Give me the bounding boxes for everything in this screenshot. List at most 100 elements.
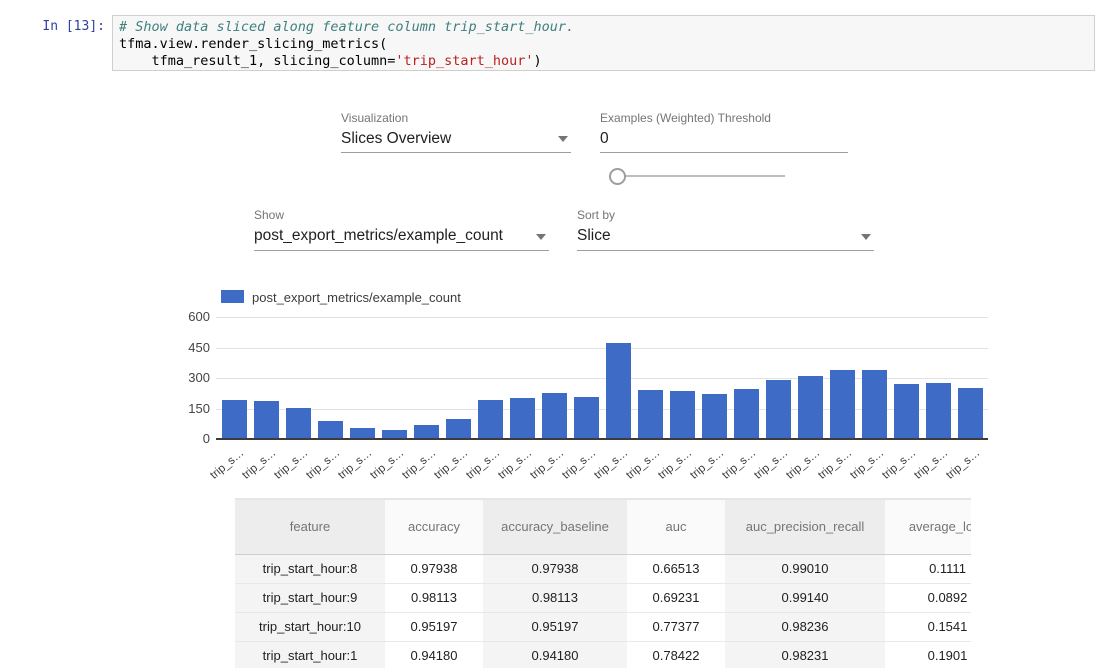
bar[interactable]: [798, 376, 823, 439]
code-cell-input[interactable]: # Show data sliced along feature column …: [112, 15, 1095, 71]
threshold-slider[interactable]: [609, 168, 785, 184]
y-axis-tick-label: 600: [158, 309, 210, 324]
table-cell: 0.95197: [385, 612, 483, 641]
gridline: [216, 348, 988, 349]
bar[interactable]: [766, 380, 791, 439]
metrics-table: feature accuracy accuracy_baseline auc a…: [235, 498, 971, 668]
x-axis-tick-label: trip_s…: [944, 447, 982, 482]
table-row: trip_start_hour:10.941800.941800.784220.…: [235, 641, 971, 668]
table-cell: 0.1901: [885, 641, 971, 668]
bar[interactable]: [606, 343, 631, 439]
x-axis-tick-label: trip_s…: [912, 447, 950, 482]
bar[interactable]: [446, 419, 471, 439]
legend-swatch-icon: [221, 290, 244, 303]
x-axis-tick-label: trip_s…: [656, 447, 694, 482]
table-cell: 0.98113: [385, 583, 483, 612]
table-cell: 0.98113: [483, 583, 627, 612]
bar[interactable]: [638, 390, 663, 439]
threshold-value[interactable]: 0: [600, 129, 848, 149]
x-axis-tick-label: trip_s…: [336, 447, 374, 482]
table-cell: trip_start_hour:8: [235, 554, 385, 583]
x-axis-tick-label: trip_s…: [752, 447, 790, 482]
y-axis-tick-label: 150: [158, 401, 210, 416]
bar[interactable]: [318, 421, 343, 439]
code-line-2: tfma.view.render_slicing_metrics(: [119, 36, 387, 52]
slider-knob[interactable]: [609, 168, 626, 185]
x-axis-tick-label: trip_s…: [784, 447, 822, 482]
y-axis-tick-label: 450: [158, 340, 210, 355]
x-axis-tick-label: trip_s…: [432, 447, 470, 482]
bar[interactable]: [830, 370, 855, 439]
column-header-average-loss: average_loss: [885, 499, 971, 554]
gridline: [216, 317, 988, 318]
table-cell: 0.77377: [627, 612, 725, 641]
visualization-label: Visualization: [341, 111, 571, 125]
bar[interactable]: [958, 388, 983, 439]
code-comment: # Show data sliced along feature column …: [119, 19, 574, 35]
x-axis-tick-label: trip_s…: [208, 447, 246, 482]
bar[interactable]: [862, 370, 887, 439]
bar-chart-plot-area: [216, 317, 988, 439]
chevron-down-icon[interactable]: [861, 234, 871, 240]
x-axis-tick-label: trip_s…: [400, 447, 438, 482]
chevron-down-icon[interactable]: [558, 136, 568, 142]
bar[interactable]: [254, 401, 279, 439]
x-axis-tick-label: trip_s…: [528, 447, 566, 482]
table-cell: 0.94180: [385, 641, 483, 668]
table-cell: 0.69231: [627, 583, 725, 612]
bar[interactable]: [926, 383, 951, 439]
visualization-dropdown[interactable]: Visualization Slices Overview: [341, 111, 571, 153]
table-row: trip_start_hour:90.981130.981130.692310.…: [235, 583, 971, 612]
metrics-table-container: feature accuracy accuracy_baseline auc a…: [235, 498, 971, 668]
table-row: trip_start_hour:80.979380.979380.665130.…: [235, 554, 971, 583]
bar[interactable]: [542, 393, 567, 439]
x-axis-tick-label: trip_s…: [464, 447, 502, 482]
bar[interactable]: [670, 391, 695, 439]
x-axis-tick-label: trip_s…: [496, 447, 534, 482]
bar[interactable]: [222, 400, 247, 439]
threshold-label: Examples (Weighted) Threshold: [600, 111, 848, 125]
table-cell: 0.98236: [725, 612, 885, 641]
column-header-accuracy-baseline: accuracy_baseline: [483, 499, 627, 554]
show-label: Show: [254, 208, 549, 222]
table-cell: trip_start_hour:1: [235, 641, 385, 668]
table-cell: 0.78422: [627, 641, 725, 668]
threshold-input[interactable]: Examples (Weighted) Threshold 0: [600, 111, 848, 153]
column-header-feature: feature: [235, 499, 385, 554]
column-header-accuracy: accuracy: [385, 499, 483, 554]
table-cell: 0.0892: [885, 583, 971, 612]
bar[interactable]: [414, 425, 439, 439]
bar[interactable]: [286, 408, 311, 439]
x-axis-tick-label: trip_s…: [624, 447, 662, 482]
cell-prompt: In [13]:: [30, 19, 105, 34]
x-axis-tick-label: trip_s…: [592, 447, 630, 482]
y-axis-tick-label: 300: [158, 370, 210, 385]
column-header-auc-precision-recall: auc_precision_recall: [725, 499, 885, 554]
table-cell: trip_start_hour:10: [235, 612, 385, 641]
sort-by-value: Slice: [577, 226, 874, 246]
table-cell: 0.95197: [483, 612, 627, 641]
bar[interactable]: [702, 394, 727, 439]
code-line-3-suffix: ): [534, 53, 542, 69]
show-value: post_export_metrics/example_count: [254, 226, 549, 246]
bar[interactable]: [734, 389, 759, 439]
x-axis-tick-label: trip_s…: [240, 447, 278, 482]
show-metric-dropdown[interactable]: Show post_export_metrics/example_count: [254, 208, 549, 251]
bar[interactable]: [574, 397, 599, 439]
x-axis-tick-label: trip_s…: [304, 447, 342, 482]
table-header-row: feature accuracy accuracy_baseline auc a…: [235, 499, 971, 554]
code-string-literal: 'trip_start_hour': [395, 53, 533, 69]
x-axis-tick-label: trip_s…: [688, 447, 726, 482]
visualization-value: Slices Overview: [341, 129, 571, 149]
table-row: trip_start_hour:100.951970.951970.773770…: [235, 612, 971, 641]
chevron-down-icon[interactable]: [536, 234, 546, 240]
bar[interactable]: [478, 400, 503, 439]
sort-by-dropdown[interactable]: Sort by Slice: [577, 208, 874, 251]
bar[interactable]: [894, 384, 919, 439]
slider-track[interactable]: [609, 175, 785, 177]
x-axis-tick-label: trip_s…: [880, 447, 918, 482]
legend-label: post_export_metrics/example_count: [252, 290, 461, 305]
table-cell: 0.1111: [885, 554, 971, 583]
table-cell: trip_start_hour:9: [235, 583, 385, 612]
bar[interactable]: [510, 398, 535, 439]
